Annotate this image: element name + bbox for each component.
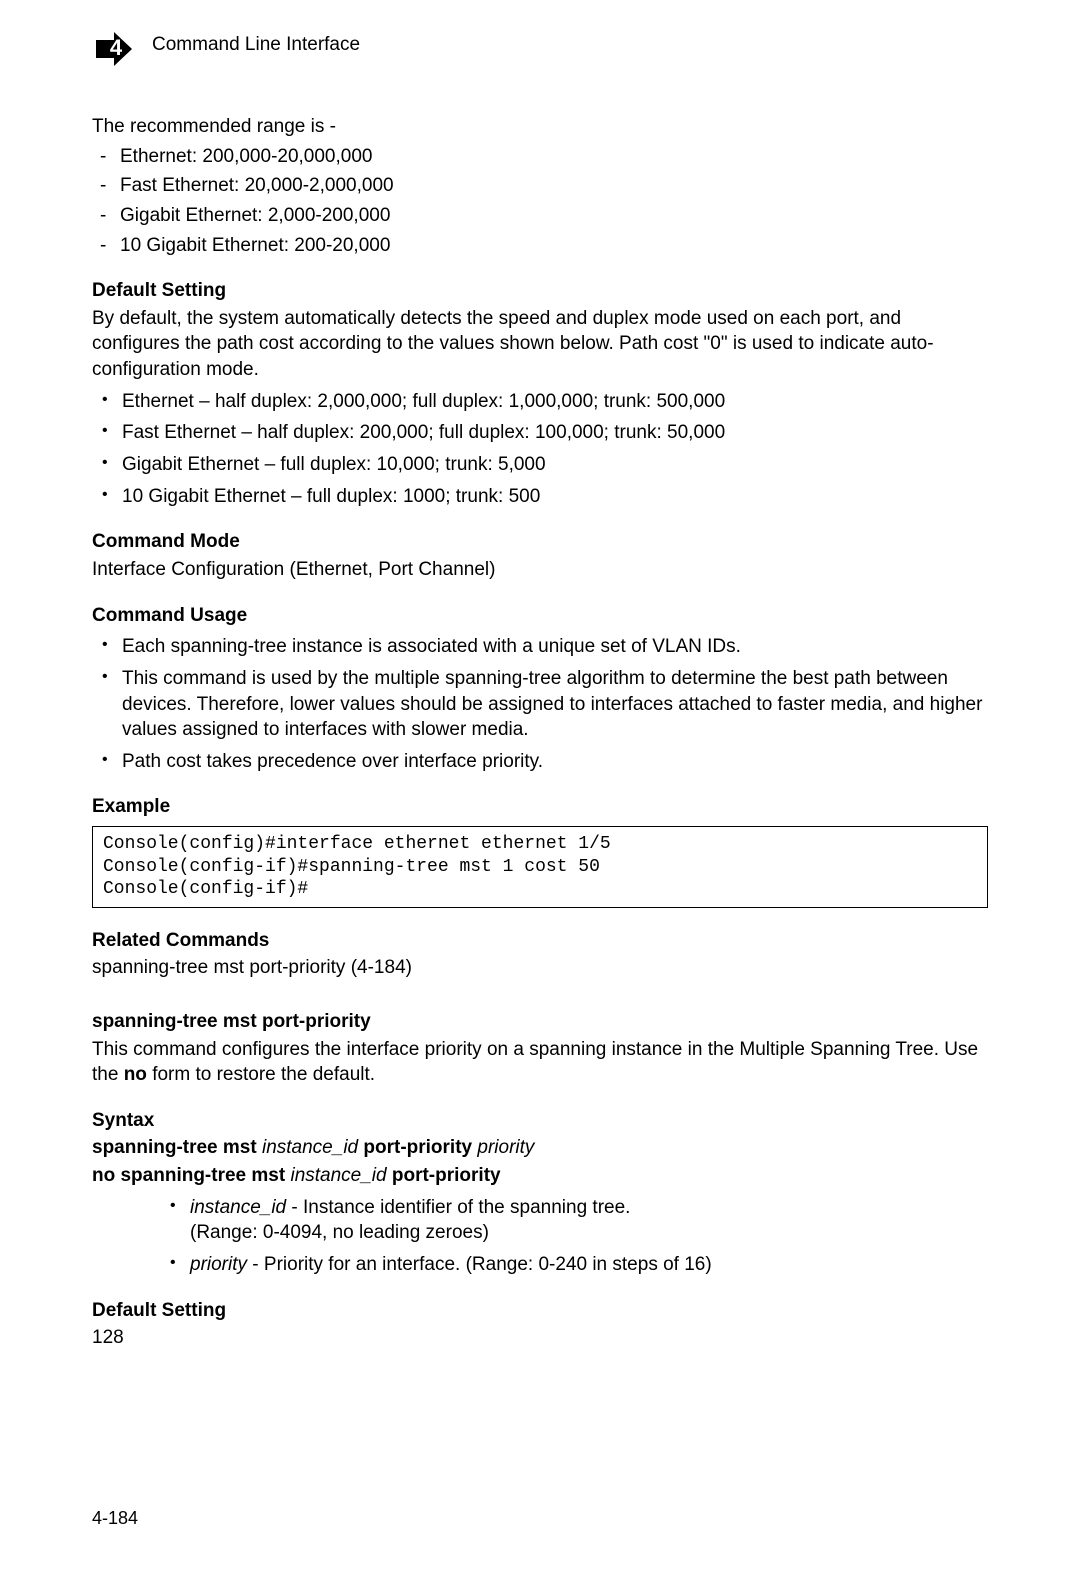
command-mode-heading: Command Mode <box>92 529 988 555</box>
list-item: instance_id - Instance identifier of the… <box>160 1195 988 1246</box>
param-name: instance_id <box>190 1197 286 1218</box>
default-setting-heading: Default Setting <box>92 278 988 304</box>
chapter-title: Command Line Interface <box>152 28 360 58</box>
syntax-line: spanning-tree mst instance_id port-prior… <box>92 1135 988 1161</box>
page-number: 4-184 <box>92 1506 138 1530</box>
related-commands-body: spanning-tree mst port-priority (4-184) <box>92 955 988 981</box>
list-item: priority - Priority for an interface. (R… <box>160 1252 988 1278</box>
text-bold: port-priority <box>387 1165 501 1186</box>
recommended-range-list: Ethernet: 200,000-20,000,000 Fast Ethern… <box>92 144 988 259</box>
command-description: This command configures the interface pr… <box>92 1037 988 1088</box>
syntax-param-list: instance_id - Instance identifier of the… <box>160 1195 988 1278</box>
list-item: This command is used by the multiple spa… <box>92 666 988 743</box>
text-bold: no <box>124 1064 147 1085</box>
page-header: 4 Command Line Interface <box>92 28 988 70</box>
chapter-badge-icon: 4 <box>92 28 134 70</box>
param-desc: - Priority for an interface. (Range: 0-2… <box>247 1254 712 1275</box>
command-usage-heading: Command Usage <box>92 603 988 629</box>
param-note: (Range: 0-4094, no leading zeroes) <box>190 1220 988 1246</box>
default-setting-body: By default, the system automatically det… <box>92 306 988 383</box>
list-item: Ethernet – half duplex: 2,000,000; full … <box>92 389 988 415</box>
page: 4 Command Line Interface The recommended… <box>0 0 1080 1570</box>
list-item: Path cost takes precedence over interfac… <box>92 749 988 775</box>
text-bold: port-priority <box>358 1137 477 1158</box>
text: form to restore the default. <box>147 1064 375 1085</box>
syntax-heading: Syntax <box>92 1108 988 1134</box>
text-italic: instance_id <box>290 1165 386 1186</box>
param-name: priority <box>190 1254 247 1275</box>
list-item: Ethernet: 200,000-20,000,000 <box>92 144 988 170</box>
list-item: 10 Gigabit Ethernet – full duplex: 1000;… <box>92 484 988 510</box>
example-code: Console(config)#interface ethernet ether… <box>92 826 988 908</box>
command-name-heading: spanning-tree mst port-priority <box>92 1009 988 1035</box>
text-bold: spanning-tree mst <box>92 1137 262 1158</box>
syntax-line: no spanning-tree mst instance_id port-pr… <box>92 1163 988 1189</box>
chapter-number: 4 <box>110 35 123 60</box>
list-item: 10 Gigabit Ethernet: 200-20,000 <box>92 233 988 259</box>
param-desc: - Instance identifier of the spanning tr… <box>286 1197 630 1218</box>
text-bold: no spanning-tree mst <box>92 1165 290 1186</box>
list-item: Each spanning-tree instance is associate… <box>92 634 988 660</box>
text-italic: priority <box>477 1137 534 1158</box>
related-commands-heading: Related Commands <box>92 928 988 954</box>
default-setting-list: Ethernet – half duplex: 2,000,000; full … <box>92 389 988 510</box>
list-item: Gigabit Ethernet – full duplex: 10,000; … <box>92 452 988 478</box>
list-item: Fast Ethernet: 20,000-2,000,000 <box>92 173 988 199</box>
list-item: Fast Ethernet – half duplex: 200,000; fu… <box>92 420 988 446</box>
text-italic: instance_id <box>262 1137 358 1158</box>
list-item: Gigabit Ethernet: 2,000-200,000 <box>92 203 988 229</box>
default-setting-value: 128 <box>92 1325 988 1351</box>
command-mode-body: Interface Configuration (Ethernet, Port … <box>92 557 988 583</box>
command-usage-list: Each spanning-tree instance is associate… <box>92 634 988 774</box>
recommended-range-intro: The recommended range is - <box>92 114 988 140</box>
default-setting-heading-2: Default Setting <box>92 1298 988 1324</box>
example-heading: Example <box>92 794 988 820</box>
